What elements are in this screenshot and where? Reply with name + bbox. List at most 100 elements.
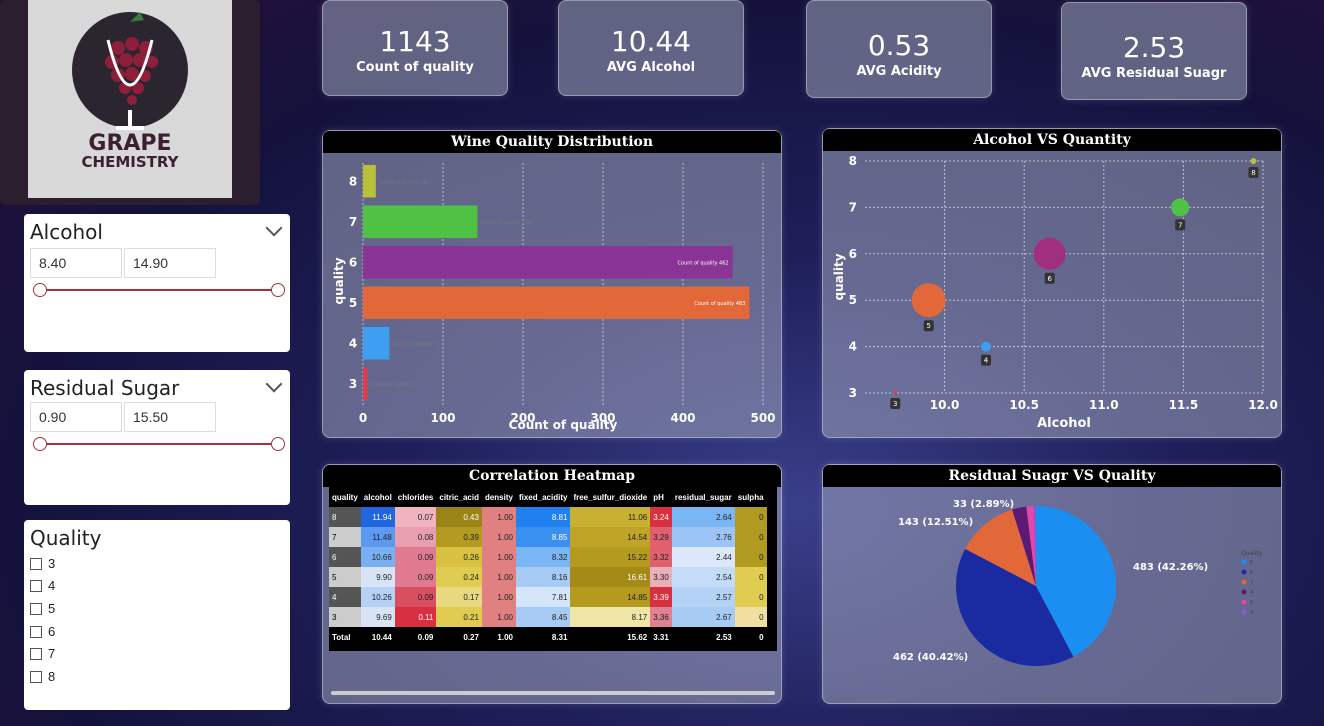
checkbox[interactable]	[30, 670, 42, 683]
point-label: 6	[1047, 275, 1052, 283]
range-track[interactable]	[40, 289, 278, 291]
column-header[interactable]: residual_sugar	[671, 487, 735, 507]
table-cell: 0	[734, 527, 767, 547]
scatter-chart-panel: Alcohol VS Quantity 3 4 5 6 7 8 10.0 10.5 11.0 11…	[822, 128, 1282, 438]
slicer-title: Quality	[30, 526, 102, 550]
kpi-value: 2.53	[1122, 31, 1186, 64]
quality-option[interactable]: 5	[30, 601, 55, 616]
column-header[interactable]: quality	[329, 487, 361, 507]
checkbox[interactable]	[30, 625, 42, 638]
table-cell: 5	[329, 567, 361, 587]
y-tick-label: 4	[349, 336, 357, 350]
kpi-value: 10.44	[610, 25, 692, 58]
quality-option[interactable]: 7	[30, 646, 55, 661]
table-cell: 3.36	[650, 607, 672, 627]
range-min-input[interactable]: 0.90	[30, 402, 122, 432]
table-cell: 8.81	[515, 507, 571, 527]
legend-title: Quality	[1241, 550, 1263, 557]
table-row[interactable]: 3 9.69 0.11 0.21 1.00 8.45 8.17 3.36 2.67 0	[329, 607, 767, 627]
total-cell: 0.27	[436, 627, 482, 647]
table-cell: 2.64	[671, 507, 735, 527]
range-track[interactable]	[40, 443, 278, 445]
heatmap-table-wrap[interactable]: quality alcohol chlorides citric_acid densit…	[329, 487, 777, 651]
checkbox[interactable]	[30, 602, 42, 615]
bar	[363, 327, 390, 360]
range-min-handle[interactable]	[33, 437, 47, 451]
table-row[interactable]: 6 10.66 0.09 0.26 1.00 8.32 15.22 3.32 2.44 0	[329, 547, 767, 567]
range-max-input[interactable]: 15.50	[124, 402, 216, 432]
quality-slicer[interactable]: Quality 3 4 5 6 7 8	[24, 520, 290, 710]
checkbox[interactable]	[30, 579, 42, 592]
table-cell: 0.17	[436, 587, 482, 607]
table-row[interactable]: 7 11.48 0.08 0.39 1.00 8.85 14.54 3.29 2.76 0	[329, 527, 767, 547]
table-cell: 0.39	[436, 527, 482, 547]
x-tick-label: 400	[670, 411, 695, 425]
table-row[interactable]: 4 10.26 0.09 0.17 1.00 7.81 14.85 3.39 2.57 0	[329, 587, 767, 607]
table-cell: 8.16	[515, 567, 571, 587]
checkbox[interactable]	[30, 647, 42, 660]
horizontal-scrollbar[interactable]	[331, 691, 775, 695]
scatter-point	[980, 341, 991, 352]
bar	[363, 165, 376, 198]
range-max-handle[interactable]	[271, 283, 285, 297]
range-min-handle[interactable]	[33, 283, 47, 297]
range-min-input[interactable]: 8.40	[30, 248, 122, 278]
bar	[363, 286, 750, 319]
table-cell: 0.08	[394, 527, 437, 547]
legend-marker	[1241, 559, 1247, 565]
residual-sugar-slicer[interactable]: Residual Sugar 0.90 15.50	[24, 370, 290, 505]
data-label: Count of quality 6	[371, 382, 416, 388]
quality-option[interactable]: 3	[30, 556, 55, 571]
table-cell: 0	[734, 547, 767, 567]
chevron-down-icon[interactable]	[265, 219, 283, 237]
option-label: 4	[48, 578, 56, 593]
quality-option[interactable]: 6	[30, 624, 55, 639]
table-row[interactable]: 5 9.90 0.09 0.24 1.00 8.16 16.61 3.30 2.54 0	[329, 567, 767, 587]
pie-chart: 483 (42.26%) 462 (40.42%) 143 (12.51%) 33 (…	[893, 499, 1263, 666]
legend-marker	[1241, 579, 1247, 585]
total-cell: 10.44	[360, 627, 395, 647]
checkbox[interactable]	[30, 557, 42, 570]
x-tick-label: 10.5	[1009, 398, 1039, 412]
table-cell: 2.54	[671, 567, 735, 587]
x-axis-label: Count of quality	[509, 418, 618, 432]
kpi-label: Count of quality	[356, 60, 474, 75]
data-label: Count of quality 483	[694, 301, 745, 307]
legend-label: 3	[1250, 610, 1253, 616]
option-label: 3	[48, 556, 56, 571]
column-header[interactable]: chlorides	[394, 487, 437, 507]
x-tick-label: 10.0	[930, 398, 960, 412]
chevron-down-icon[interactable]	[265, 375, 283, 393]
quality-option[interactable]: 4	[30, 578, 55, 593]
range-max-input[interactable]: 14.90	[124, 248, 216, 278]
range-max-handle[interactable]	[271, 437, 285, 451]
column-header[interactable]: density	[481, 487, 516, 507]
column-header[interactable]: sulpha	[734, 487, 767, 507]
column-header[interactable]: pH	[650, 487, 672, 507]
table-row[interactable]: 8 11.94 0.07 0.43 1.00 8.81 11.06 3.24 2.64 0	[329, 507, 767, 527]
table-cell: 0.09	[394, 567, 437, 587]
column-header[interactable]: fixed_acidity	[515, 487, 571, 507]
total-cell: 15.62	[570, 627, 651, 647]
table-cell: 0.11	[394, 607, 437, 627]
legend-label: 5	[1250, 560, 1253, 566]
table-cell: 8.32	[515, 547, 571, 567]
heatmap-panel: Correlation Heatmap quality alcohol chlori…	[322, 464, 782, 704]
x-tick-label: 11.0	[1089, 398, 1119, 412]
y-tick-label: 6	[349, 255, 357, 269]
option-label: 7	[48, 646, 56, 661]
quality-option[interactable]: 8	[30, 669, 55, 684]
point-label: 5	[926, 322, 930, 330]
scatter-point	[911, 283, 946, 318]
alcohol-slicer[interactable]: Alcohol 8.40 14.90	[24, 214, 290, 352]
table-cell: 11.94	[360, 507, 395, 527]
y-tick-label: 6	[849, 247, 857, 261]
column-header[interactable]: alcohol	[360, 487, 395, 507]
table-cell: 14.85	[570, 587, 651, 607]
slicer-title: Alcohol	[30, 220, 103, 244]
total-row: Total 10.44 0.09 0.27 1.00 8.31 15.62 3.31 2.53 0	[329, 627, 767, 647]
total-cell: Total	[329, 627, 361, 647]
column-header[interactable]: citric_acid	[436, 487, 482, 507]
table-cell: 9.69	[360, 607, 395, 627]
column-header[interactable]: free_sulfur_dioxide	[570, 487, 651, 507]
